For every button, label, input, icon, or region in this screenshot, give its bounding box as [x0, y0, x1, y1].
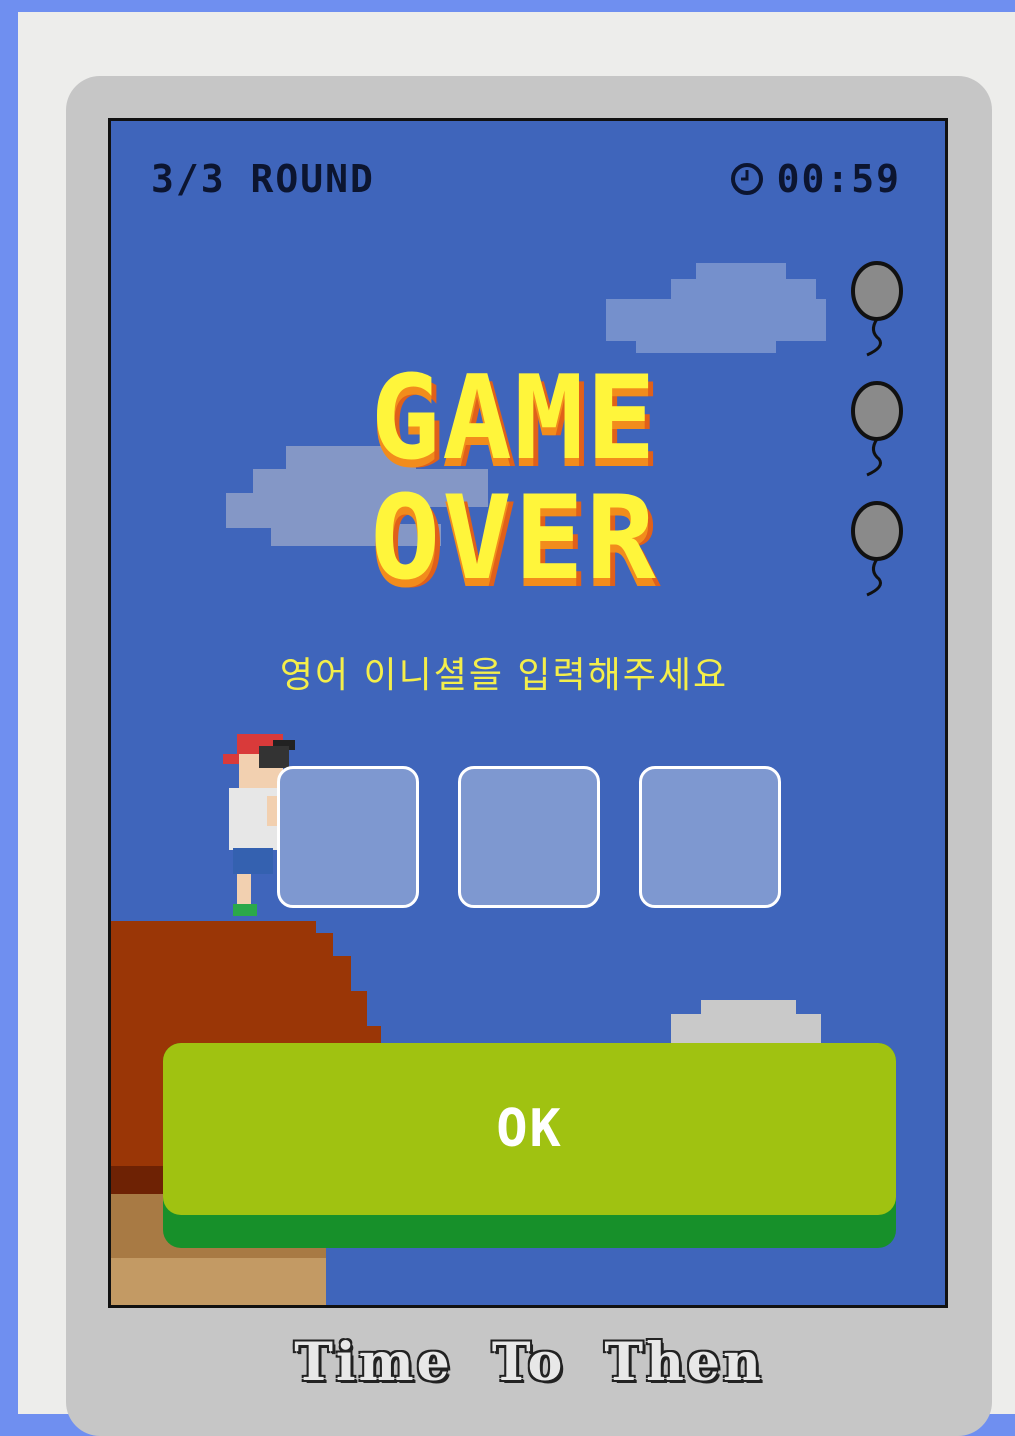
game-over-title-line1: GAME [370, 351, 658, 486]
cloud-top-right [606, 263, 826, 353]
initial-slot-1[interactable] [277, 766, 419, 908]
ok-button[interactable]: OK [163, 1043, 896, 1248]
game-over-title-line2: OVER [370, 471, 658, 606]
clock-icon [730, 163, 763, 195]
ok-button-label: OK [496, 1099, 563, 1159]
ok-button-face[interactable]: OK [163, 1043, 896, 1215]
round-indicator: 3/3 ROUND [151, 157, 375, 201]
initials-prompt: 영어 이니셜을 입력해주세요 [279, 655, 729, 696]
timer: 00:59 [729, 157, 901, 201]
initial-slot-2[interactable] [458, 766, 600, 908]
initial-slot-3[interactable] [639, 766, 781, 908]
timer-value: 00:59 [776, 157, 901, 201]
game-screen: 3/3 ROUND 00:59 GAME OVER 영어 이니셜을 입력해주세요 [108, 118, 948, 1308]
balloon-icon [851, 261, 903, 357]
footer-title: Time To Then [294, 1332, 764, 1393]
